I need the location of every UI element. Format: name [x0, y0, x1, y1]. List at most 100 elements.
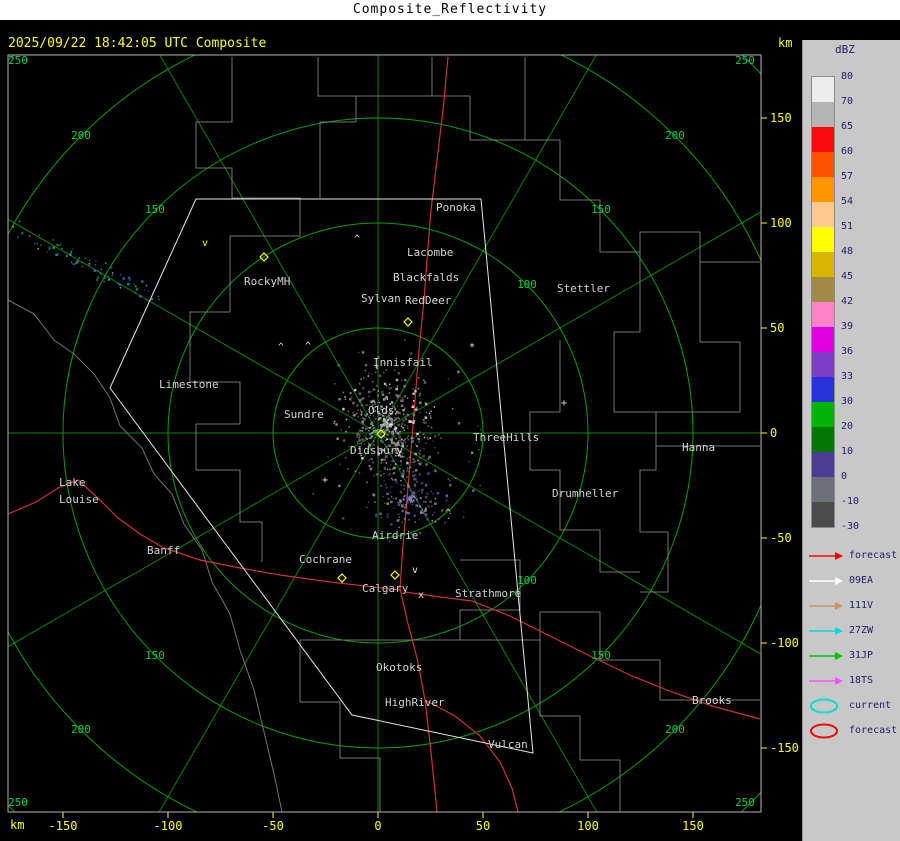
- boundary-line: [539, 640, 621, 812]
- city-label: Vulcan: [488, 738, 528, 751]
- right-axis-unit-label: km: [778, 36, 792, 50]
- colorbar-segment: [812, 227, 834, 252]
- boundary-line: [432, 95, 525, 141]
- colorbar-tick-label: 51: [841, 221, 854, 232]
- legend-track-item: forecast: [807, 543, 900, 568]
- colorbar-tick-label: 60: [841, 146, 854, 157]
- window-title: Composite_Reflectivity: [0, 0, 900, 21]
- city-label: Stettler: [557, 282, 610, 295]
- city-label: Sylvan: [361, 292, 401, 305]
- boundary-line: [529, 340, 640, 573]
- colorbar-tick-label: 0: [841, 471, 848, 482]
- city-label: Strathmore: [455, 587, 521, 600]
- boundary-line: [299, 640, 381, 812]
- track-label: forecast: [849, 550, 898, 561]
- colorbar-tick-label: 20: [841, 421, 854, 432]
- boundary-line: [8, 299, 283, 812]
- range-label: 200: [665, 723, 685, 736]
- city-label: RedDeer: [405, 294, 452, 307]
- range-label: 250: [8, 796, 28, 809]
- radar-site-marker: [403, 317, 413, 327]
- x-tick-label: 50: [476, 819, 490, 833]
- station-marker: ^: [305, 341, 311, 352]
- legend-track-item: 31JP: [807, 643, 900, 668]
- city-label: Sundre: [284, 408, 324, 421]
- range-label: 250: [735, 54, 755, 67]
- y-tick-label: -50: [770, 531, 792, 545]
- colorbar-tick-label: 30: [841, 396, 854, 407]
- radar-site-marker: [337, 573, 347, 583]
- radar-site-marker: [390, 570, 400, 580]
- range-label: 150: [145, 649, 165, 662]
- timestamp-label: 2025/09/22 18:42:05 UTC Composite: [8, 36, 266, 51]
- track-arrow-icon: [809, 576, 843, 585]
- highway-line: [424, 699, 519, 812]
- y-tick-label: -150: [770, 741, 799, 755]
- city-label: Didsbury: [350, 444, 403, 457]
- city-label: HighRiver: [385, 696, 445, 709]
- station-marker: v: [202, 238, 208, 249]
- colorbar-segment: [812, 402, 834, 427]
- city-label: RockyMH: [244, 275, 290, 288]
- colorbar-tick-label: 39: [841, 321, 854, 332]
- track-label: current: [849, 700, 892, 711]
- colorbar-tick-label: 33: [841, 371, 854, 382]
- track-ellipse-icon: [810, 698, 838, 713]
- boundary-line: [300, 559, 521, 641]
- range-label: 250: [8, 54, 28, 67]
- colorbar-tick-label: 70: [841, 96, 854, 107]
- colorbar-segment: [812, 452, 834, 477]
- y-tick-label: 100: [770, 216, 792, 230]
- range-label: 150: [591, 203, 611, 216]
- city-label: Limestone: [159, 378, 219, 391]
- colorbar: 80 70 65 60 57 54 51 48 45 42 39 36 33 30 20 10 0 -10 -30: [811, 71, 891, 532]
- legend-track-item: 09EA: [807, 568, 900, 593]
- x-tick-label: 100: [577, 819, 599, 833]
- range-label: 200: [665, 129, 685, 142]
- colorbar-segment: [812, 327, 834, 352]
- track-label: 09EA: [849, 575, 874, 586]
- station-marker: x: [418, 590, 424, 601]
- x-tick-label: -50: [262, 819, 284, 833]
- station-marker: ^: [278, 342, 284, 353]
- range-label: 250: [735, 796, 755, 809]
- y-tick-label: -100: [770, 636, 799, 650]
- city-label: Lacombe: [407, 246, 453, 259]
- range-radial-line: [158, 432, 379, 812]
- x-tick-label: -150: [49, 819, 78, 833]
- city-label: Drumheller: [552, 487, 619, 500]
- track-label: 18TS: [849, 675, 874, 686]
- station-marker: ^: [445, 508, 451, 519]
- track-label: forecast: [849, 725, 898, 736]
- colorbar-tick-label: -10: [841, 496, 860, 507]
- colorbar-segment: [812, 102, 834, 127]
- colorbar-segment: [812, 177, 834, 202]
- colorbar-segment: [812, 477, 834, 502]
- colorbar-tick-label: 10: [841, 446, 854, 457]
- legend-track-item: forecast: [807, 718, 900, 743]
- city-label: Brooks: [692, 694, 732, 707]
- boundary-line: [524, 57, 760, 263]
- colorbar-segment: [812, 202, 834, 227]
- range-radial-line: [159, 55, 379, 434]
- city-label: Innisfail: [373, 356, 433, 369]
- colorbar-segment: [812, 352, 834, 377]
- echo-cluster: [12, 220, 160, 301]
- colorbar-tick-label: 54: [841, 196, 854, 207]
- radar-map-view[interactable]: 2025/09/22 18:42:05 UTC Composite km km …: [0, 0, 802, 841]
- colorbar-segment: [812, 377, 834, 402]
- legend-track-item: 27ZW: [807, 618, 900, 643]
- station-marker: *: [469, 342, 475, 353]
- highway-line: [399, 56, 449, 589]
- colorbar-segment: [812, 77, 834, 102]
- colorbar-tick-label: 45: [841, 271, 854, 282]
- boundary-line: [656, 262, 741, 413]
- city-label: Hanna: [682, 441, 715, 454]
- colorbar-segment: [812, 277, 834, 302]
- city-label: Olds: [368, 404, 395, 417]
- station-marker: ^: [354, 234, 360, 245]
- track-legend: forecast 09EA 111V 27ZW 31JP 18TS current forec…: [807, 543, 900, 743]
- track-label: 27ZW: [849, 625, 874, 636]
- colorbar-tick-label: -30: [841, 521, 860, 532]
- colorbar-segment: [812, 127, 834, 152]
